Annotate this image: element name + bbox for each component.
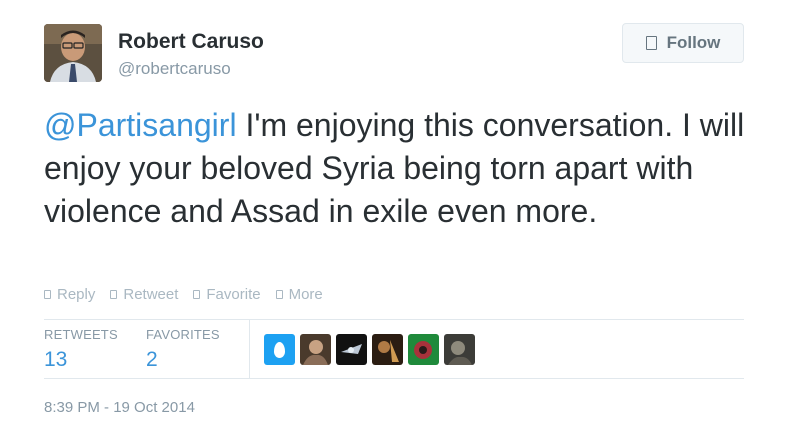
stats-bottom-divider: [44, 378, 744, 379]
reply-icon: [44, 290, 51, 299]
follow-label: Follow: [666, 33, 721, 52]
default-egg-icon: [274, 341, 285, 358]
favorites-label: FAVORITES: [146, 327, 220, 342]
favoriter-avatar[interactable]: [372, 334, 403, 365]
favorites-count: 2: [146, 348, 158, 371]
author-handle[interactable]: @robertcaruso: [118, 59, 231, 79]
more-icon: [275, 290, 283, 299]
tweet-mention-link[interactable]: @Partisangirl: [44, 107, 237, 143]
favoriter-avatar[interactable]: [408, 334, 439, 365]
retweets-stat[interactable]: RETWEETS 13: [44, 327, 118, 372]
favorite-button[interactable]: Favorite: [193, 286, 261, 303]
favoriter-avatar[interactable]: [300, 334, 331, 365]
retweets-label: RETWEETS: [44, 327, 118, 342]
author-name[interactable]: Robert Caruso: [118, 30, 264, 54]
tweet-text: @Partisangirl I'm enjoying this conversa…: [44, 104, 764, 233]
follow-button[interactable]: Follow: [622, 23, 744, 63]
author-photo: [44, 24, 102, 82]
favorite-label: Favorite: [206, 286, 261, 303]
retweet-button[interactable]: Retweet: [110, 286, 178, 303]
favorites-stat[interactable]: FAVORITES 2: [146, 327, 220, 372]
favoriter-avatars: [264, 334, 475, 365]
tweet-timestamp[interactable]: 8:39 PM - 19 Oct 2014: [44, 399, 195, 416]
tweet-actions: Reply Retweet Favorite More: [44, 286, 323, 303]
retweets-count: 13: [44, 348, 68, 371]
retweet-label: Retweet: [123, 286, 179, 303]
favorite-icon: [193, 290, 201, 299]
reply-label: Reply: [57, 286, 96, 303]
more-button[interactable]: More: [275, 286, 323, 303]
favoriter-avatar[interactable]: [444, 334, 475, 365]
reply-button[interactable]: Reply: [44, 286, 95, 303]
retweet-icon: [110, 290, 118, 299]
stats-separator: [249, 320, 250, 378]
stats-top-divider: [44, 319, 744, 320]
favoriter-avatar[interactable]: [264, 334, 295, 365]
follow-icon: [645, 36, 657, 50]
author-avatar[interactable]: [44, 24, 102, 82]
favoriter-avatar[interactable]: [336, 334, 367, 365]
more-label: More: [288, 286, 323, 303]
